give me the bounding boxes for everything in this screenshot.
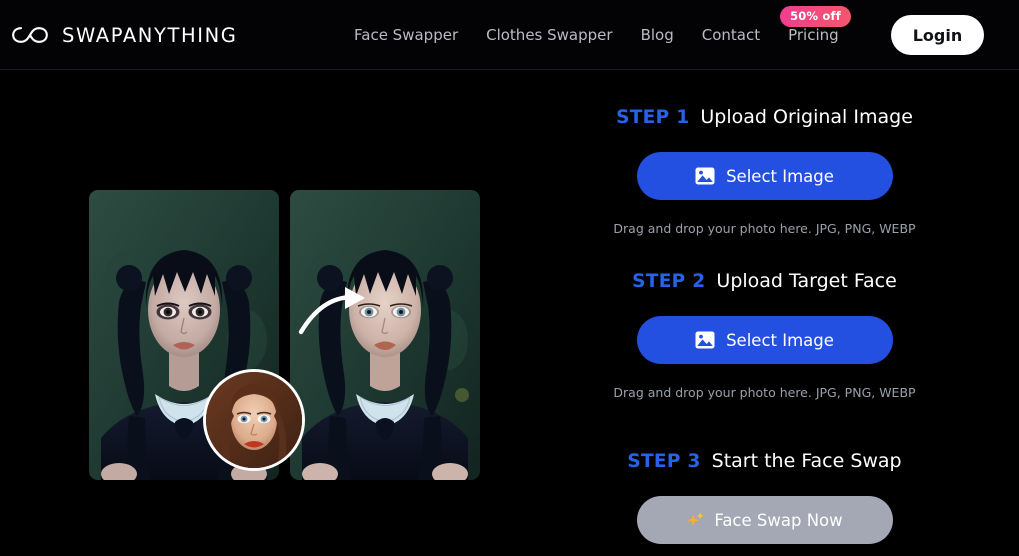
step-1-select-image-label: Select Image bbox=[726, 166, 834, 186]
step-2-select-image-button[interactable]: Select Image bbox=[636, 316, 893, 364]
steps-panel: STEP 1 Upload Original Image Select Imag… bbox=[510, 71, 1019, 556]
nav-item-face-swapper[interactable]: Face Swapper bbox=[340, 26, 472, 44]
picture-icon bbox=[695, 167, 715, 185]
step-1-hint-wrap: Drag and drop your photo here. JPG, PNG,… bbox=[510, 220, 1019, 238]
step-2-hint-wrap: Drag and drop your photo here. JPG, PNG,… bbox=[510, 384, 1019, 402]
step-2-select-image-label: Select Image bbox=[726, 330, 834, 350]
step-3-heading: STEP 3 Start the Face Swap bbox=[510, 450, 1019, 472]
main-nav: Face Swapper Clothes Swapper Blog Contac… bbox=[340, 0, 853, 70]
step-2-heading: STEP 2 Upload Target Face bbox=[510, 270, 1019, 292]
sparkles-icon bbox=[687, 511, 705, 526]
curved-arrow-icon bbox=[298, 287, 365, 335]
step-3-title: Start the Face Swap bbox=[711, 450, 902, 472]
nav-item-pricing-label: Pricing bbox=[788, 26, 839, 44]
login-button[interactable]: Login bbox=[891, 15, 984, 55]
face-swap-now-label: Face Swap Now bbox=[714, 510, 843, 530]
step-1-select-image-button[interactable]: Select Image bbox=[636, 152, 893, 200]
step-2-hint: Drag and drop your photo here. JPG, PNG,… bbox=[613, 385, 916, 400]
step-1-hint: Drag and drop your photo here. JPG, PNG,… bbox=[613, 221, 916, 236]
step-1-number: STEP 1 bbox=[616, 107, 690, 128]
step-2-number: STEP 2 bbox=[632, 271, 706, 292]
face-swap-now-button[interactable]: Face Swap Now bbox=[636, 496, 893, 544]
step-1-heading: STEP 1 Upload Original Image bbox=[510, 106, 1019, 128]
before-after-demo bbox=[89, 190, 480, 480]
target-face-thumbnail bbox=[203, 369, 305, 471]
picture-icon bbox=[695, 331, 715, 349]
brand-name: SWAPANYTHING bbox=[62, 23, 238, 47]
discount-badge: 50% off bbox=[780, 6, 851, 27]
brand-logo[interactable]: SWAPANYTHING bbox=[10, 0, 238, 70]
step-2-title: Upload Target Face bbox=[716, 270, 897, 292]
infinity-icon bbox=[12, 27, 48, 43]
step-3-number: STEP 3 bbox=[627, 451, 701, 472]
preview-pane bbox=[0, 71, 510, 556]
nav-item-pricing[interactable]: Pricing 50% off bbox=[774, 6, 853, 44]
page-root: SWAPANYTHING Face Swapper Clothes Swappe… bbox=[0, 0, 1019, 556]
nav-item-blog[interactable]: Blog bbox=[627, 26, 688, 44]
site-header: SWAPANYTHING Face Swapper Clothes Swappe… bbox=[0, 0, 1019, 70]
nav-item-contact[interactable]: Contact bbox=[688, 26, 774, 44]
step-1-title: Upload Original Image bbox=[700, 106, 913, 128]
nav-item-clothes-swapper[interactable]: Clothes Swapper bbox=[472, 26, 626, 44]
